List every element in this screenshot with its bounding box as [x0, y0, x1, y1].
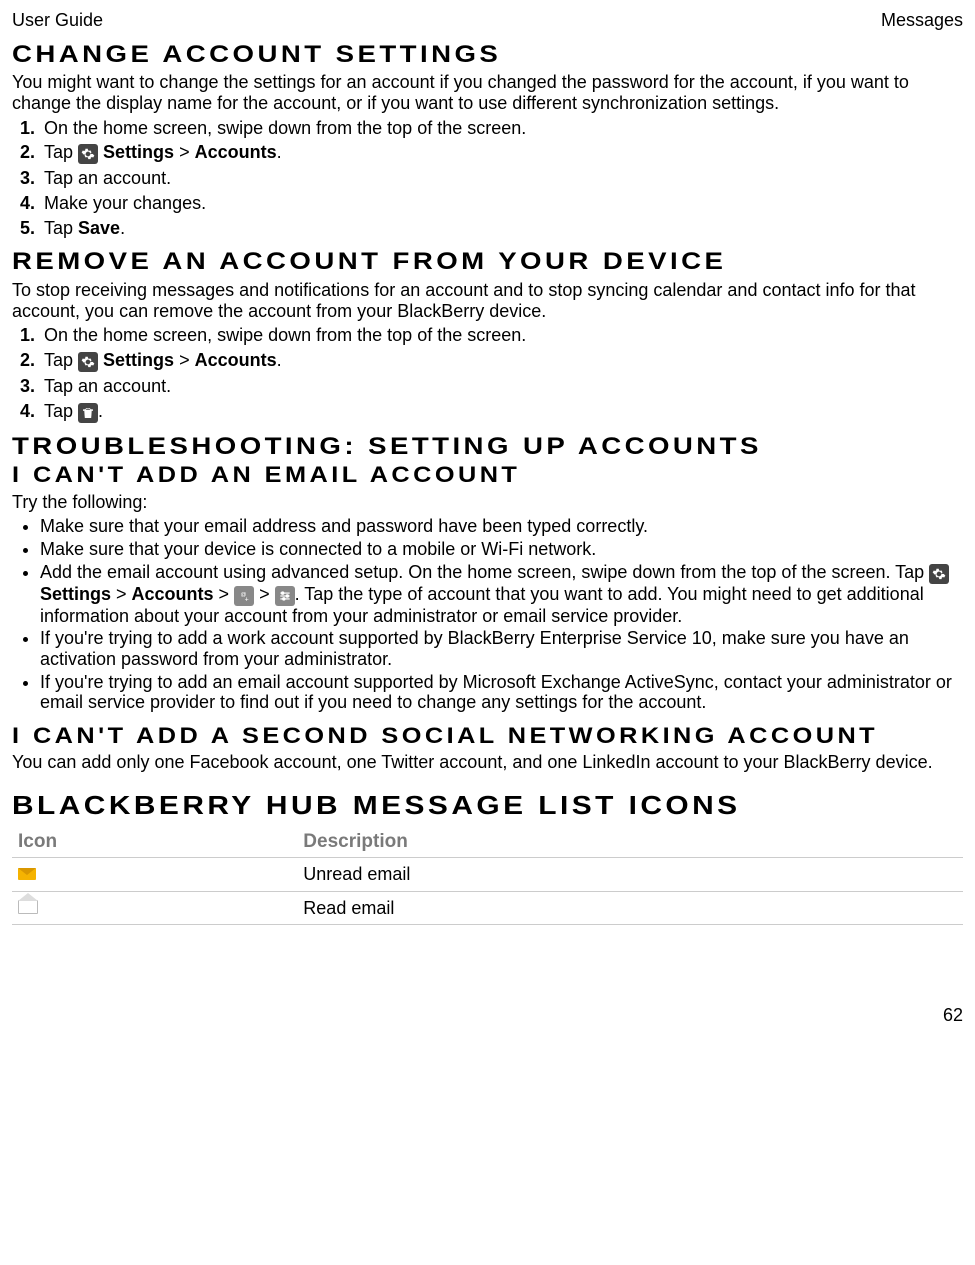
- troubleshoot-sub2: I can't add a second social networking a…: [12, 723, 975, 748]
- change-title: Change account settings: [12, 41, 975, 69]
- tb-bullet-3: Add the email account using advanced set…: [40, 562, 963, 627]
- tb-bullet-1: Make sure that your email address and pa…: [40, 516, 963, 537]
- try-text: Try the following:: [12, 492, 963, 513]
- gear-icon: [78, 144, 98, 164]
- remove-step-2: Tap Settings > Accounts.: [40, 350, 963, 372]
- trash-icon: [78, 403, 98, 423]
- change-step-3: Tap an account.: [40, 168, 963, 189]
- remove-step-3: Tap an account.: [40, 376, 963, 397]
- change-intro: You might want to change the settings fo…: [12, 72, 963, 113]
- read-email-icon: [18, 900, 38, 914]
- remove-title: Remove an account from your device: [12, 248, 975, 276]
- col-desc: Description: [297, 827, 963, 857]
- header-left: User Guide: [12, 10, 103, 31]
- change-step-4: Make your changes.: [40, 193, 963, 214]
- svg-text:+: +: [245, 596, 249, 603]
- table-row: Unread email: [12, 857, 963, 891]
- change-step-2: Tap Settings > Accounts.: [40, 142, 963, 164]
- change-step-5: Tap Save.: [40, 218, 963, 239]
- remove-steps: On the home screen, swipe down from the …: [12, 325, 963, 422]
- icons-title: BlackBerry Hub message list icons: [12, 791, 975, 821]
- tb-bullet-5: If you're trying to add an email account…: [40, 672, 963, 713]
- troubleshoot-sub1: I can't add an email account: [12, 462, 975, 487]
- icons-table: Icon Description Unread email Read email: [12, 827, 963, 925]
- tb-bullet-4: If you're trying to add a work account s…: [40, 628, 963, 669]
- remove-step-4: Tap .: [40, 401, 963, 423]
- change-step-1: On the home screen, swipe down from the …: [40, 118, 963, 139]
- troubleshoot-title: Troubleshooting: Setting up accounts: [12, 433, 975, 461]
- change-steps: On the home screen, swipe down from the …: [12, 118, 963, 239]
- remove-intro: To stop receiving messages and notificat…: [12, 280, 963, 321]
- col-icon: Icon: [12, 827, 297, 857]
- remove-step-1: On the home screen, swipe down from the …: [40, 325, 963, 346]
- social-text: You can add only one Facebook account, o…: [12, 752, 963, 773]
- page-number: 62: [12, 1005, 963, 1026]
- row1-desc: Unread email: [297, 857, 963, 891]
- gear-icon: [78, 352, 98, 372]
- gear-icon: [929, 564, 949, 584]
- troubleshoot-bullets: Make sure that your email address and pa…: [12, 516, 963, 713]
- add-account-icon: @+: [234, 586, 254, 606]
- header-right: Messages: [881, 10, 963, 31]
- tb-bullet-2: Make sure that your device is connected …: [40, 539, 963, 560]
- page-header: User Guide Messages: [12, 10, 963, 31]
- advanced-settings-icon: [275, 586, 295, 606]
- unread-email-icon: [18, 868, 36, 880]
- row2-desc: Read email: [297, 891, 963, 925]
- table-row: Read email: [12, 891, 963, 925]
